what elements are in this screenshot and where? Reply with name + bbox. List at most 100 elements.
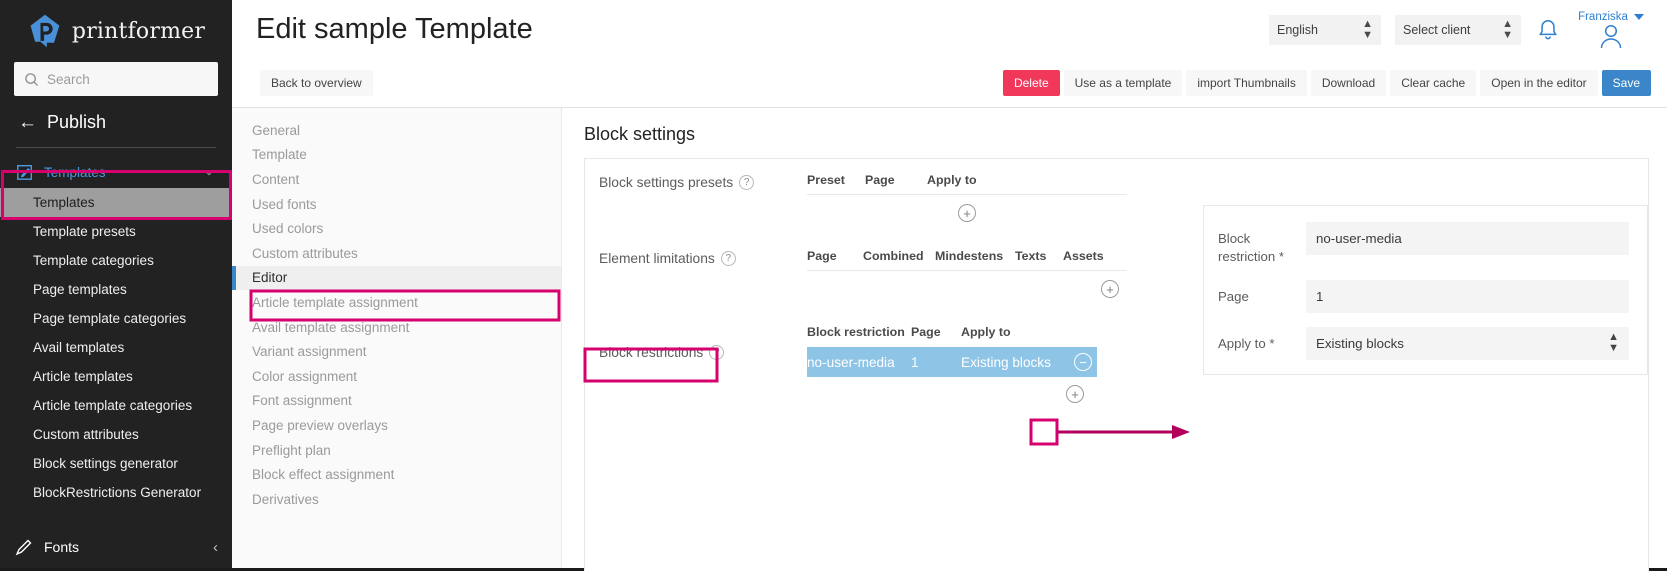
sidebar-group-templates[interactable]: Templates bbox=[0, 156, 232, 188]
table-header: Preset Page Apply to bbox=[807, 173, 1127, 195]
question-mark-icon[interactable]: ? bbox=[709, 345, 724, 360]
publish-back-link[interactable]: ← Publish bbox=[0, 96, 232, 143]
column-header: Apply to bbox=[927, 173, 977, 187]
secondary-nav: General Template Content Used fonts Used… bbox=[232, 108, 562, 568]
field-label: Block restriction * bbox=[1218, 222, 1306, 266]
element-limitations-label: Element limitations ? bbox=[599, 249, 807, 266]
column-header: Mindestens bbox=[935, 249, 1015, 263]
subnav-item-derivatives[interactable]: Derivatives bbox=[232, 487, 561, 512]
search-box[interactable] bbox=[14, 62, 218, 96]
subnav-item-editor[interactable]: Editor bbox=[232, 266, 561, 291]
minus-circle-icon[interactable]: − bbox=[1074, 353, 1092, 371]
block-settings-presets-table: Preset Page Apply to + bbox=[807, 173, 1127, 231]
block-settings-presets-label: Block settings presets ? bbox=[599, 173, 807, 190]
sidebar-item-template-categories[interactable]: Template categories bbox=[0, 246, 232, 275]
page-input[interactable]: 1 bbox=[1306, 280, 1629, 313]
block-restriction-input[interactable]: no-user-media bbox=[1306, 222, 1629, 255]
subnav-item-general[interactable]: General bbox=[232, 118, 561, 143]
subnav-item-preflight-plan[interactable]: Preflight plan bbox=[232, 438, 561, 463]
sidebar-item-article-template-categories[interactable]: Article template categories bbox=[0, 391, 232, 420]
brand-name: printformer bbox=[72, 19, 205, 44]
column-header-actions bbox=[1069, 325, 1097, 339]
action-toolbar: Back to overview Delete Use as a templat… bbox=[232, 59, 1667, 108]
sidebar-item-label: Block settings generator bbox=[33, 456, 178, 471]
sidebar-item-blockrestrictions-generator[interactable]: BlockRestrictions Generator bbox=[0, 478, 232, 507]
sidebar-item-label: Page templates bbox=[33, 282, 127, 297]
subnav-item-font-assignment[interactable]: Font assignment bbox=[232, 389, 561, 414]
chevron-left-icon[interactable]: ‹ bbox=[213, 539, 218, 556]
sidebar-item-avail-templates[interactable]: Avail templates bbox=[0, 333, 232, 362]
subnav-item-used-fonts[interactable]: Used fonts bbox=[232, 192, 561, 217]
sidebar-item-article-templates[interactable]: Article templates bbox=[0, 362, 232, 391]
column-header: Preset bbox=[807, 173, 865, 187]
clear-cache-button[interactable]: Clear cache bbox=[1390, 70, 1476, 96]
subnav-item-label: Derivatives bbox=[252, 492, 319, 507]
subnav-item-template[interactable]: Template bbox=[232, 143, 561, 168]
add-preset-row: + bbox=[807, 195, 1127, 231]
back-to-overview-button[interactable]: Back to overview bbox=[260, 70, 373, 96]
sidebar-item-templates[interactable]: Templates bbox=[0, 188, 232, 217]
sidebar-item-custom-attributes[interactable]: Custom attributes bbox=[0, 420, 232, 449]
field-label: Apply to * bbox=[1218, 327, 1306, 353]
open-in-editor-button[interactable]: Open in the editor bbox=[1480, 70, 1597, 96]
sidebar-item-label: Template categories bbox=[33, 253, 154, 268]
subnav-item-used-colors[interactable]: Used colors bbox=[232, 216, 561, 241]
label-text: Block restrictions bbox=[599, 345, 703, 360]
field-page: Page 1 bbox=[1218, 280, 1629, 313]
download-button[interactable]: Download bbox=[1311, 70, 1386, 96]
use-as-template-button[interactable]: Use as a template bbox=[1064, 70, 1183, 96]
user-name: Franziska bbox=[1578, 11, 1628, 23]
column-header: Page bbox=[807, 249, 863, 263]
subnav-item-page-preview-overlays[interactable]: Page preview overlays bbox=[232, 413, 561, 438]
brand: printformer bbox=[0, 0, 232, 62]
apply-to-select[interactable]: Existing blocks ▲▼ bbox=[1306, 327, 1629, 360]
save-button[interactable]: Save bbox=[1602, 70, 1651, 96]
search-icon bbox=[24, 72, 39, 87]
app-root: printformer ← Publish Templates bbox=[0, 0, 1667, 571]
stepper-arrows-icon: ▲▼ bbox=[1502, 19, 1513, 41]
publish-label: Publish bbox=[47, 112, 106, 133]
search-input[interactable] bbox=[47, 72, 208, 87]
user-menu[interactable]: Franziska bbox=[1575, 11, 1647, 48]
column-header: Page bbox=[911, 325, 961, 339]
block-settings-heading: Block settings bbox=[584, 124, 1649, 145]
table-row[interactable]: no-user-media 1 Existing blocks − bbox=[807, 347, 1097, 377]
column-header: Block restriction bbox=[807, 325, 911, 339]
plus-circle-icon[interactable]: + bbox=[958, 204, 976, 222]
pencil-icon bbox=[14, 537, 34, 557]
subnav-item-block-effect-assignment[interactable]: Block effect assignment bbox=[232, 462, 561, 487]
sidebar-item-page-template-categories[interactable]: Page template categories bbox=[0, 304, 232, 333]
arrow-left-icon: ← bbox=[18, 113, 37, 132]
subnav-item-label: Content bbox=[252, 172, 299, 187]
cell-block-restriction: no-user-media bbox=[807, 355, 911, 370]
sidebar-item-fonts[interactable]: Fonts ‹ bbox=[0, 526, 232, 568]
table-header: Block restriction Page Apply to bbox=[807, 325, 1097, 347]
cell-page: 1 bbox=[911, 355, 961, 370]
subnav-item-content[interactable]: Content bbox=[232, 167, 561, 192]
sidebar-item-template-presets[interactable]: Template presets bbox=[0, 217, 232, 246]
sidebar-item-page-templates[interactable]: Page templates bbox=[0, 275, 232, 304]
subnav-item-label: Font assignment bbox=[252, 393, 352, 408]
plus-circle-icon[interactable]: + bbox=[1101, 280, 1119, 298]
question-mark-icon[interactable]: ? bbox=[739, 175, 754, 190]
column-header: Assets bbox=[1063, 249, 1104, 263]
subnav-item-variant-assignment[interactable]: Variant assignment bbox=[232, 339, 561, 364]
plus-circle-icon[interactable]: + bbox=[1066, 385, 1084, 403]
subnav-item-avail-template-assignment[interactable]: Avail template assignment bbox=[232, 315, 561, 340]
bell-icon[interactable] bbox=[1535, 17, 1561, 43]
sidebar-item-label: Templates bbox=[33, 195, 95, 210]
question-mark-icon[interactable]: ? bbox=[721, 251, 736, 266]
delete-button[interactable]: Delete bbox=[1003, 70, 1060, 96]
user-name-row: Franziska bbox=[1578, 11, 1644, 23]
language-select[interactable]: English ▲▼ bbox=[1269, 15, 1381, 45]
client-select[interactable]: Select client ▲▼ bbox=[1395, 15, 1521, 45]
subnav-item-color-assignment[interactable]: Color assignment bbox=[232, 364, 561, 389]
import-thumbnails-button[interactable]: import Thumbnails bbox=[1186, 70, 1306, 96]
subnav-item-label: General bbox=[252, 123, 300, 138]
subnav-item-article-template-assignment[interactable]: Article template assignment bbox=[232, 290, 561, 315]
subnav-item-custom-attributes[interactable]: Custom attributes bbox=[232, 241, 561, 266]
block-restrictions-row: Block restrictions ? Block restriction P… bbox=[599, 325, 1173, 403]
sidebar-item-label: Article templates bbox=[33, 369, 133, 384]
sidebar-item-block-settings-generator[interactable]: Block settings generator bbox=[0, 449, 232, 478]
subnav-item-label: Color assignment bbox=[252, 369, 357, 384]
